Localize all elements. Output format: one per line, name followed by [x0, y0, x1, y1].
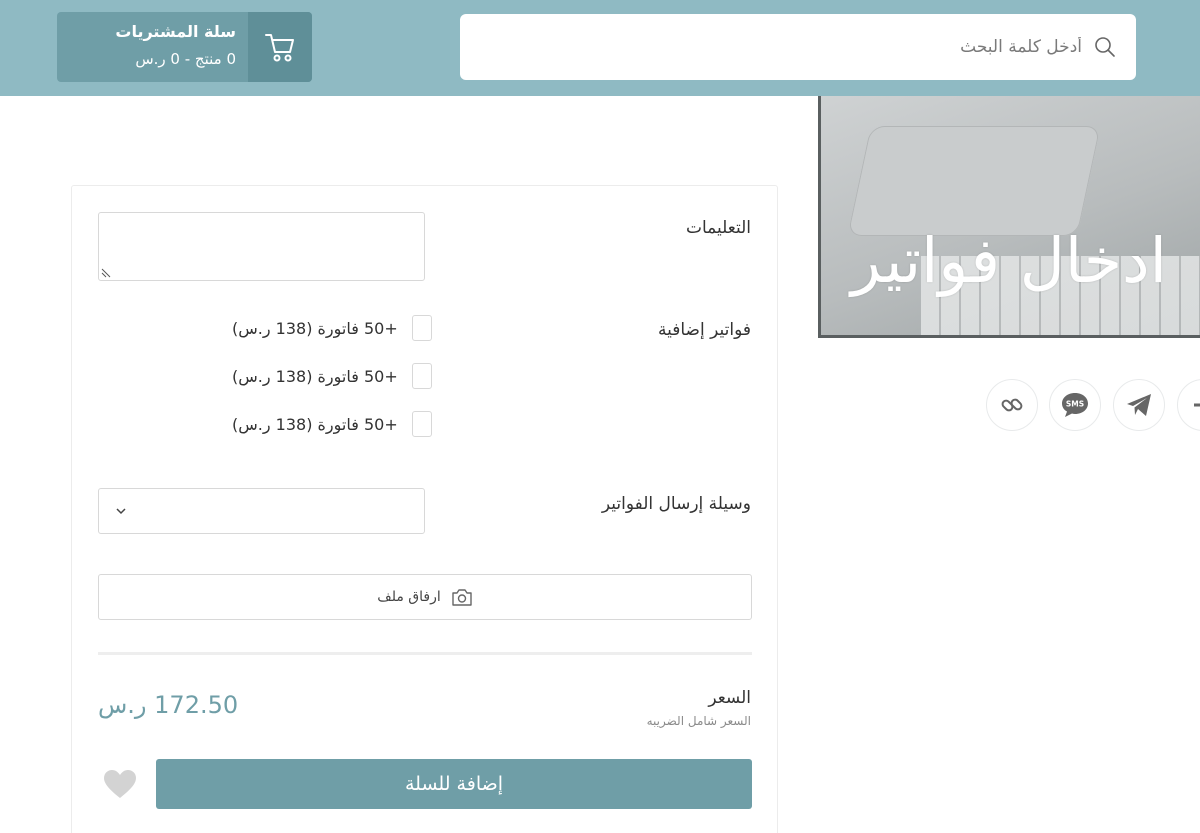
instructions-label: التعليمات — [685, 218, 751, 238]
product-image-caption: ادخال فواتير — [851, 224, 1167, 297]
cart-widget[interactable]: سلة المشتريات 0 منتج - 0 ر.س — [57, 12, 312, 82]
send-method-label: وسيلة إرسال الفواتير — [601, 494, 751, 514]
cart-icon — [265, 34, 294, 62]
search-input[interactable] — [482, 37, 1082, 57]
resize-handle-icon[interactable] — [101, 266, 113, 278]
price-label: السعر — [708, 688, 751, 708]
extra-invoice-option[interactable]: +50 فاتورة (138 ر.س) — [232, 363, 432, 389]
share-sms-button[interactable]: SMS — [1049, 379, 1101, 431]
search-icon[interactable] — [1092, 34, 1118, 60]
cart-icon-box[interactable] — [248, 12, 312, 82]
extra-invoices-label: فواتير إضافية — [658, 320, 751, 340]
search-bar[interactable] — [460, 14, 1136, 80]
attach-file-label: ارفاق ملف — [377, 589, 441, 605]
add-to-cart-button[interactable]: إضافة للسلة — [156, 759, 752, 809]
extra-invoice-option[interactable]: +50 فاتورة (138 ر.س) — [232, 411, 432, 437]
trackpad-graphic — [847, 126, 1101, 236]
price-value: 172.50 ر.س — [98, 691, 239, 719]
attach-file-button[interactable]: ارفاق ملف — [98, 574, 752, 620]
product-options-card: التعليمات فواتير إضافية +50 فاتورة (138 … — [71, 185, 778, 833]
share-more-button[interactable] — [1177, 379, 1200, 431]
cart-summary: 0 منتج - 0 ر.س — [135, 50, 236, 68]
section-divider — [98, 652, 752, 655]
instructions-textarea[interactable] — [98, 212, 425, 281]
send-method-select[interactable] — [98, 488, 425, 534]
extra-invoice-checkbox[interactable] — [411, 315, 432, 341]
extra-invoice-checkbox[interactable] — [411, 411, 432, 437]
share-link-button[interactable] — [986, 379, 1038, 431]
product-image: ادخال فواتير — [818, 96, 1200, 338]
extra-invoice-option[interactable]: +50 فاتورة (138 ر.س) — [232, 315, 432, 341]
extra-invoice-checkbox[interactable] — [411, 363, 432, 389]
top-header: سلة المشتريات 0 منتج - 0 ر.س — [0, 0, 1200, 96]
extra-invoice-option-label: +50 فاتورة (138 ر.س) — [232, 414, 398, 434]
camera-icon — [452, 589, 472, 606]
heart-icon[interactable] — [102, 768, 138, 800]
extra-invoice-option-label: +50 فاتورة (138 ر.س) — [232, 318, 398, 338]
plus-icon — [1194, 403, 1200, 407]
chevron-down-icon — [116, 508, 126, 515]
sms-icon: SMS — [1062, 393, 1088, 417]
extra-invoice-option-label: +50 فاتورة (138 ر.س) — [232, 366, 398, 386]
link-icon — [1001, 398, 1023, 412]
share-telegram-button[interactable] — [1113, 379, 1165, 431]
price-tax-note: السعر شامل الضريبه — [646, 714, 751, 728]
cart-title: سلة المشتريات — [115, 22, 236, 41]
svg-text:SMS: SMS — [1066, 400, 1084, 409]
telegram-icon — [1127, 394, 1151, 416]
